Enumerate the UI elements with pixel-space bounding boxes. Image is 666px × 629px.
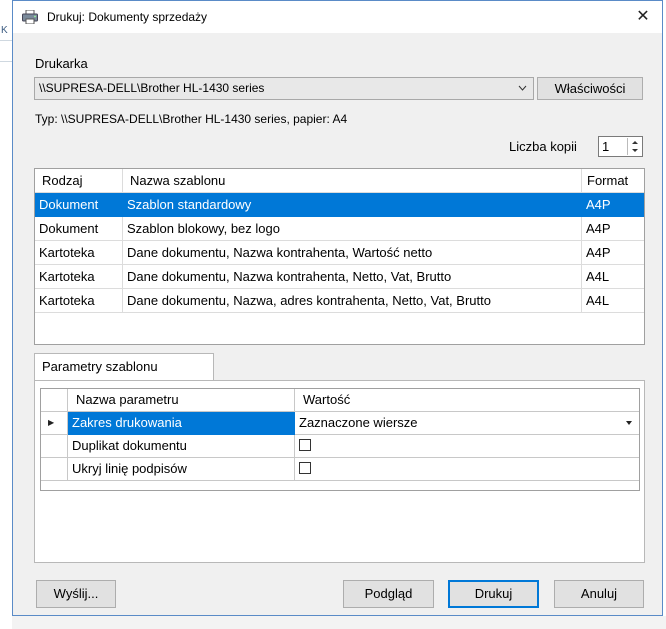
cancel-button[interactable]: Anuluj bbox=[554, 580, 644, 608]
tab-template-parameters[interactable]: Parametry szablonu bbox=[34, 353, 214, 381]
cell-type: Dokument bbox=[35, 193, 123, 217]
cell-template-name: Dane dokumentu, Nazwa kontrahenta, Warto… bbox=[123, 241, 582, 265]
cell-template-name: Dane dokumentu, Nazwa kontrahenta, Netto… bbox=[123, 265, 582, 289]
spin-updown-icon[interactable] bbox=[627, 138, 641, 155]
table-row[interactable]: Dokument Szablon blokowy, bez logo A4P bbox=[35, 217, 644, 241]
cell-template-name: Szablon blokowy, bez logo bbox=[123, 217, 582, 241]
table-row[interactable]: Kartoteka Dane dokumentu, Nazwa kontrahe… bbox=[35, 241, 644, 265]
table-row[interactable]: Dokument Szablon standardowy A4P bbox=[35, 193, 644, 217]
printer-label: Drukarka bbox=[35, 56, 88, 71]
table-row[interactable]: Kartoteka Dane dokumentu, Nazwa kontrahe… bbox=[35, 265, 644, 289]
table-row[interactable]: Ukryj linię podpisów bbox=[41, 458, 639, 481]
printer-selected-value: \\SUPRESA-DELL\Brother HL-1430 series bbox=[39, 81, 265, 95]
print-button[interactable]: Drukuj bbox=[448, 580, 539, 608]
row-header bbox=[41, 458, 68, 481]
cell-template-name: Szablon standardowy bbox=[123, 193, 582, 217]
template-parameters-panel: Nazwa parametru Wartość ▶ Zakres drukowa… bbox=[34, 380, 645, 563]
duplicate-cell bbox=[295, 435, 639, 458]
parameters-grid: Nazwa parametru Wartość ▶ Zakres drukowa… bbox=[40, 388, 640, 491]
table-row[interactable]: Kartoteka Dane dokumentu, Nazwa, adres k… bbox=[35, 289, 644, 313]
hide-signature-cell bbox=[295, 458, 639, 481]
parameters-grid-header: Nazwa parametru Wartość bbox=[41, 389, 639, 412]
window-title: Drukuj: Dokumenty sprzedaży bbox=[47, 10, 208, 24]
send-button[interactable]: Wyślij... bbox=[36, 580, 116, 608]
column-header-value[interactable]: Wartość bbox=[295, 389, 639, 412]
print-dialog: Drukuj: Dokumenty sprzedaży ✕ Drukarka \… bbox=[12, 0, 663, 616]
column-header-type[interactable]: Rodzaj bbox=[35, 169, 123, 193]
copies-value: 1 bbox=[602, 139, 610, 154]
print-range-value: Zaznaczone wiersze bbox=[299, 415, 418, 430]
cell-type: Dokument bbox=[35, 217, 123, 241]
row-header-corner bbox=[41, 389, 68, 412]
template-table: Rodzaj Nazwa szablonu Format Dokument Sz… bbox=[34, 168, 645, 345]
param-name: Zakres drukowania bbox=[68, 412, 295, 435]
cell-format: A4P bbox=[582, 193, 644, 217]
bg-cell bbox=[0, 41, 12, 62]
cell-template-name: Dane dokumentu, Nazwa, adres kontrahenta… bbox=[123, 289, 582, 313]
printer-type-info: Typ: \\SUPRESA-DELL\Brother HL-1430 seri… bbox=[35, 112, 348, 126]
bg-cell: K bbox=[0, 20, 12, 41]
cell-type: Kartoteka bbox=[35, 241, 123, 265]
chevron-down-icon bbox=[518, 78, 527, 107]
table-row[interactable]: Duplikat dokumentu bbox=[41, 435, 639, 458]
cell-format: A4L bbox=[582, 265, 644, 289]
cell-format: A4L bbox=[582, 289, 644, 313]
column-header-parameter-name[interactable]: Nazwa parametru bbox=[68, 389, 295, 412]
hide-signature-checkbox[interactable] bbox=[299, 462, 311, 474]
title-bar: Drukuj: Dokumenty sprzedaży ✕ bbox=[13, 1, 662, 33]
copies-stepper[interactable]: 1 bbox=[598, 136, 643, 157]
print-range-combo[interactable]: Zaznaczone wiersze bbox=[295, 412, 639, 435]
cell-type: Kartoteka bbox=[35, 265, 123, 289]
param-name: Duplikat dokumentu bbox=[68, 435, 295, 458]
template-table-header: Rodzaj Nazwa szablonu Format bbox=[35, 169, 644, 193]
cell-type: Kartoteka bbox=[35, 289, 123, 313]
column-header-template-name[interactable]: Nazwa szablonu bbox=[123, 169, 582, 193]
close-icon: ✕ bbox=[636, 8, 650, 25]
cell-format: A4P bbox=[582, 241, 644, 265]
properties-button[interactable]: Właściwości bbox=[537, 77, 643, 100]
row-pointer-icon: ▶ bbox=[41, 412, 68, 435]
preview-button[interactable]: Podgląd bbox=[343, 580, 434, 608]
printer-icon bbox=[22, 9, 38, 25]
duplicate-checkbox[interactable] bbox=[299, 439, 311, 451]
close-button[interactable]: ✕ bbox=[630, 5, 656, 29]
background-app-bottom bbox=[12, 616, 666, 629]
row-header bbox=[41, 435, 68, 458]
column-header-format[interactable]: Format bbox=[582, 169, 644, 193]
param-name: Ukryj linię podpisów bbox=[68, 458, 295, 481]
printer-select[interactable]: \\SUPRESA-DELL\Brother HL-1430 series bbox=[34, 77, 534, 100]
copies-label: Liczba kopii bbox=[509, 139, 577, 154]
cell-format: A4P bbox=[582, 217, 644, 241]
table-row[interactable]: ▶ Zakres drukowania Zaznaczone wiersze bbox=[41, 412, 639, 435]
